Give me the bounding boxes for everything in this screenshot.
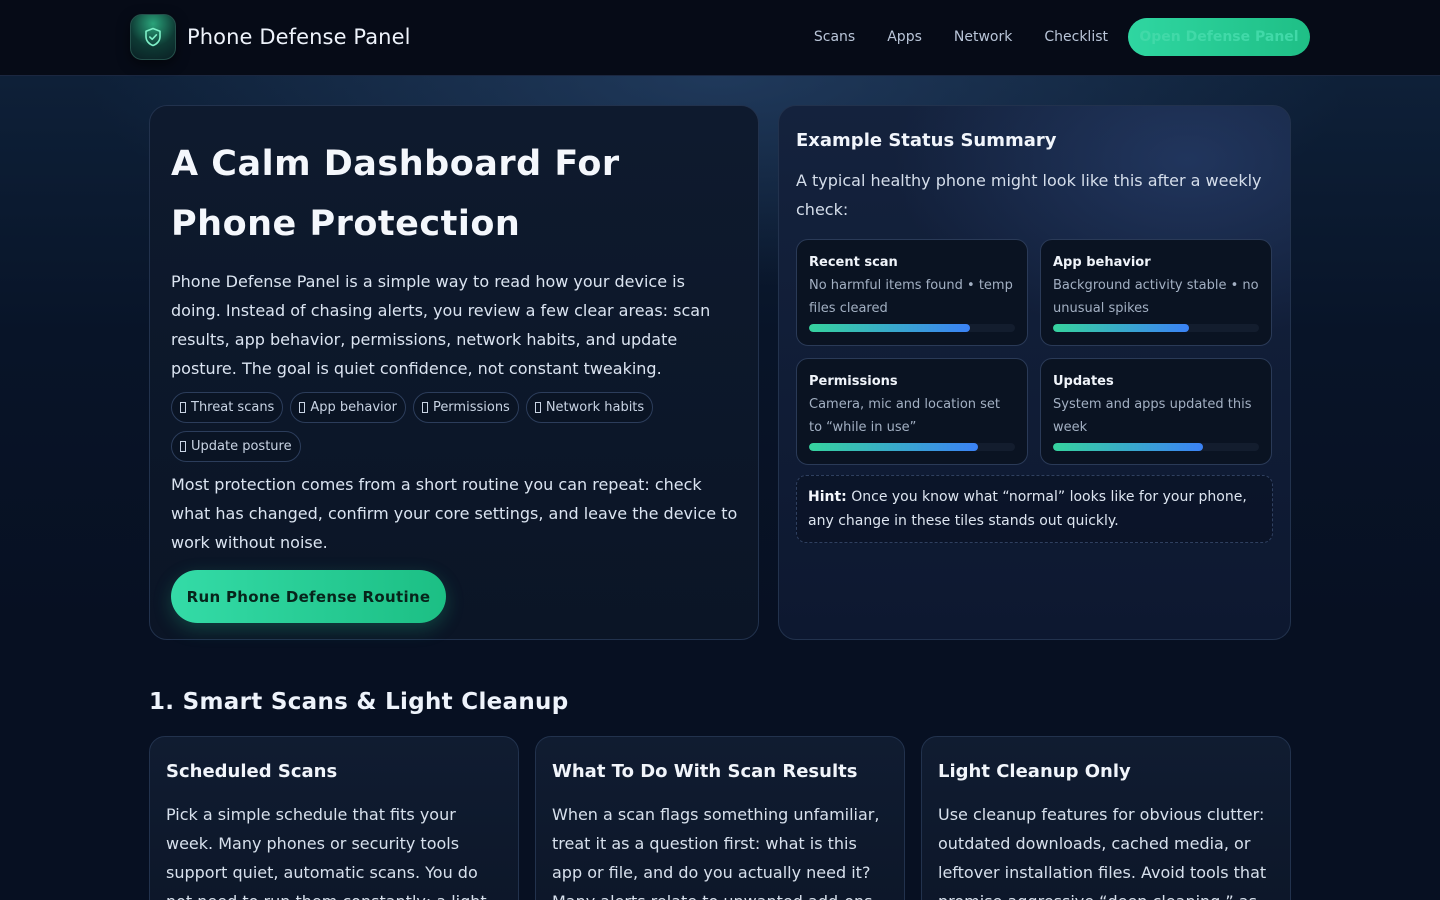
card-title: Scheduled Scans xyxy=(166,761,338,782)
chip-app-behavior[interactable]: App behavior xyxy=(290,392,406,423)
tile-title: Updates xyxy=(1053,374,1114,389)
topic-chips: Threat scans App behavior Permissions Ne… xyxy=(171,392,738,470)
progress-bar xyxy=(1053,324,1259,332)
progress-bar xyxy=(809,443,1015,451)
card-text: Pick a simple schedule that fits your we… xyxy=(166,805,487,900)
status-summary-card: Example Status Summary A typical healthy… xyxy=(778,105,1291,640)
tile-recent-scan: Recent scan No harmful items found • tem… xyxy=(796,239,1028,346)
chip-update-posture[interactable]: Update posture xyxy=(171,431,301,462)
hint-text: Once you know what “normal” looks like f… xyxy=(808,489,1247,529)
chip-icon xyxy=(180,402,186,413)
chip-label: Threat scans xyxy=(191,400,275,415)
main-nav: Scans Apps Network Checklist Open Defens… xyxy=(814,18,1310,56)
chip-label: Network habits xyxy=(545,400,645,415)
chip-network-habits[interactable]: Network habits xyxy=(525,392,654,423)
card-light-cleanup: Light Cleanup Only Use cleanup features … xyxy=(921,736,1291,900)
progress-bar xyxy=(809,324,1015,332)
hint-box: Hint: Once you know what “normal” looks … xyxy=(796,475,1273,543)
tile-app-behavior: App behavior Background activity stable … xyxy=(1040,239,1272,346)
hero-intro: Phone Defense Panel is a simple way to r… xyxy=(171,272,711,378)
status-lead: A typical healthy phone might look like … xyxy=(796,171,1262,219)
card-scheduled-scans: Scheduled Scans Pick a simple schedule t… xyxy=(149,736,519,900)
card-title: What To Do With Scan Results xyxy=(552,761,858,782)
progress-fill xyxy=(1053,324,1189,332)
progress-fill xyxy=(1053,443,1204,451)
hero-outro: Most protection comes from a short routi… xyxy=(171,475,738,552)
tile-title: App behavior xyxy=(1053,255,1151,270)
chip-icon xyxy=(421,402,428,413)
chip-permissions[interactable]: Permissions xyxy=(412,392,519,423)
chip-icon xyxy=(180,441,186,452)
shield-check-icon xyxy=(130,14,176,60)
chip-threat-scans[interactable]: Threat scans xyxy=(171,392,284,423)
nav-apps[interactable]: Apps xyxy=(887,29,922,45)
tile-description: System and apps updated this week xyxy=(1053,397,1252,435)
hero-title: A Calm Dashboard For Phone Protection xyxy=(171,144,620,244)
tile-description: Camera, mic and location set to “while i… xyxy=(809,397,1001,435)
chip-label: App behavior xyxy=(310,400,397,415)
chip-icon xyxy=(534,402,541,413)
tile-updates: Updates System and apps updated this wee… xyxy=(1040,358,1272,465)
tile-description: No harmful items found • temp files clea… xyxy=(809,278,1013,316)
section-title: 1. Smart Scans & Light Cleanup xyxy=(149,689,569,715)
chip-icon xyxy=(299,402,306,413)
tile-title: Permissions xyxy=(809,374,898,389)
card-text: Use cleanup features for obvious clutter… xyxy=(938,805,1267,900)
brand[interactable]: Phone Defense Panel xyxy=(130,14,411,60)
tile-description: Background activity stable • no unusual … xyxy=(1053,278,1259,316)
progress-bar xyxy=(1053,443,1259,451)
hero-card: A Calm Dashboard For Phone Protection Ph… xyxy=(149,105,759,640)
brand-name: Phone Defense Panel xyxy=(187,25,411,49)
status-tiles: Recent scan No harmful items found • tem… xyxy=(796,239,1273,465)
nav-checklist[interactable]: Checklist xyxy=(1044,29,1108,45)
top-bar: Phone Defense Panel Scans Apps Network C… xyxy=(0,0,1440,76)
chip-label: Permissions xyxy=(432,400,510,415)
card-scan-results: What To Do With Scan Results When a scan… xyxy=(535,736,905,900)
run-routine-button[interactable]: Run Phone Defense Routine xyxy=(171,570,446,623)
open-defense-panel-button[interactable]: Open Defense Panel xyxy=(1128,18,1310,56)
tile-title: Recent scan xyxy=(809,255,898,270)
card-text: When a scan flags something unfamiliar, … xyxy=(552,805,880,900)
nav-scans[interactable]: Scans xyxy=(814,29,855,45)
hint-label: Hint: xyxy=(808,489,847,505)
tile-permissions: Permissions Camera, mic and location set… xyxy=(796,358,1028,465)
progress-fill xyxy=(809,324,970,332)
nav-network[interactable]: Network xyxy=(954,29,1012,45)
card-title: Light Cleanup Only xyxy=(938,761,1131,782)
status-title: Example Status Summary xyxy=(796,130,1057,151)
chip-label: Update posture xyxy=(191,439,292,454)
progress-fill xyxy=(809,443,978,451)
